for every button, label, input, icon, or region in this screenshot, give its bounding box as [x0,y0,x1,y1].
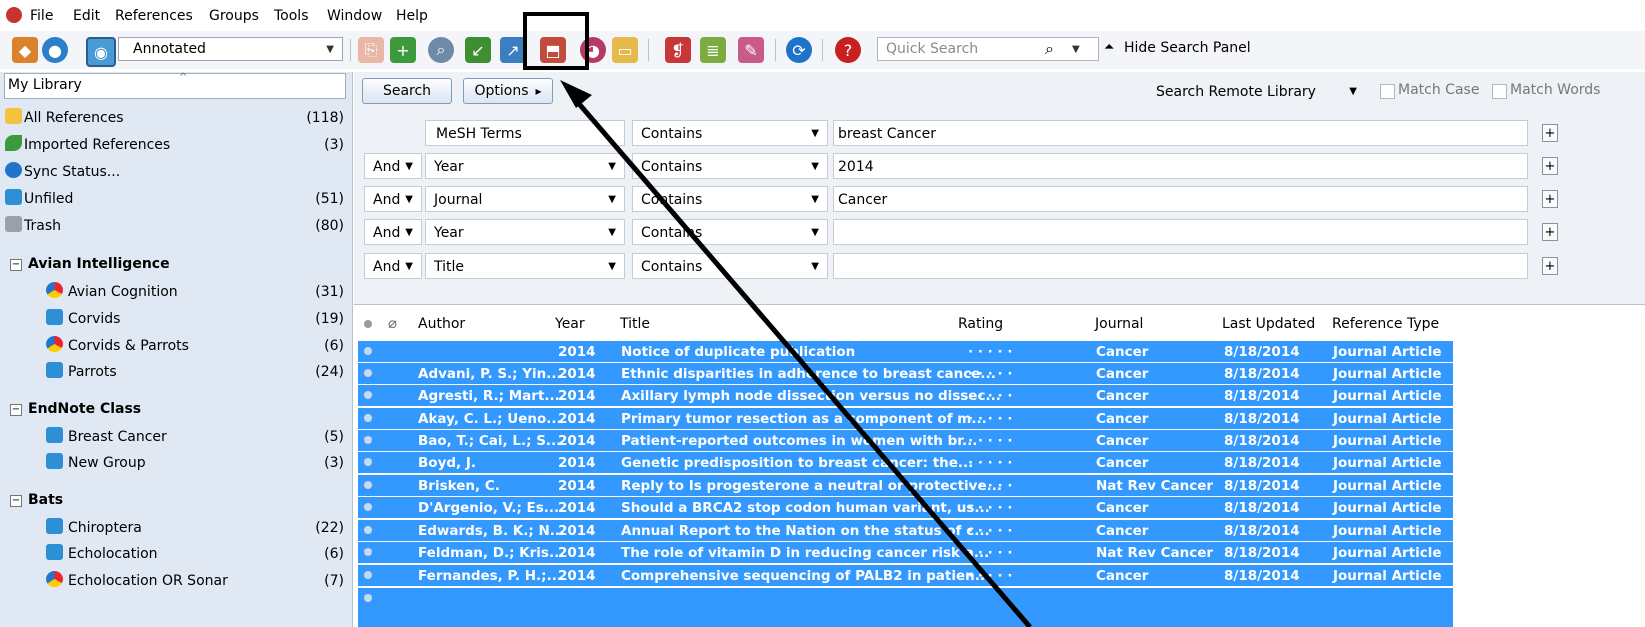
annotation-arrow [560,80,1032,627]
